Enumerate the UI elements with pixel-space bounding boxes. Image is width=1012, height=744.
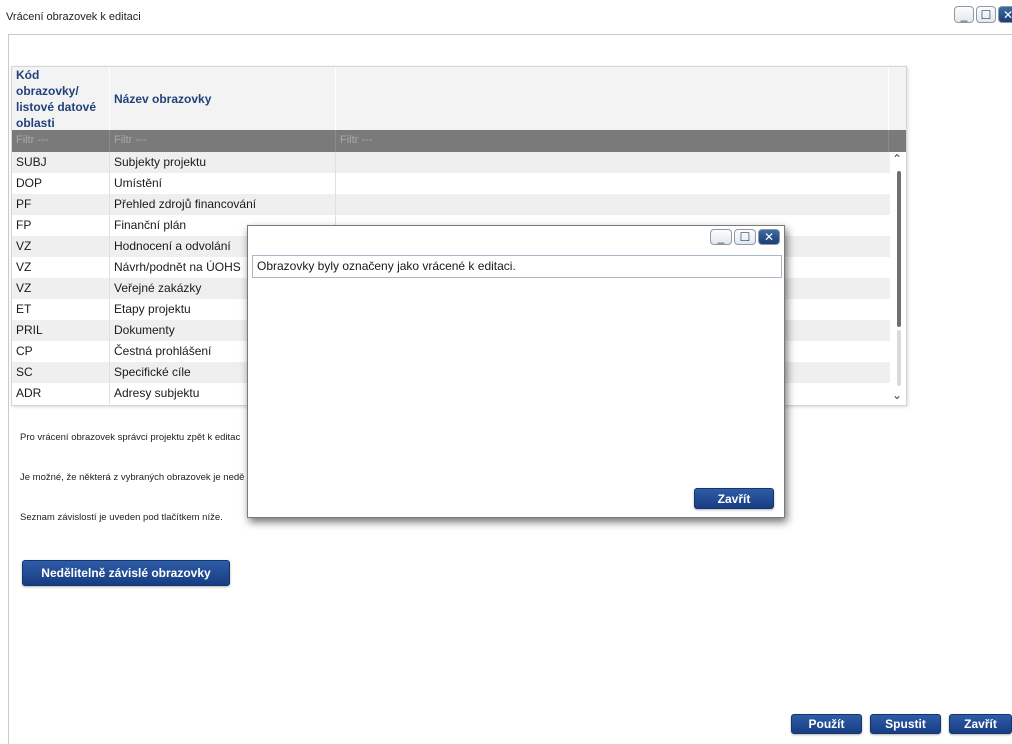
cell-code: VZ [12,278,110,299]
table-row[interactable]: PF Přehled zdrojů financování [12,194,906,215]
table-row[interactable]: SUBJ Subjekty projektu [12,152,906,173]
cell-name: Umístění [110,173,336,194]
cell-code: SUBJ [12,152,110,173]
column-header-name[interactable]: Název obrazovky [110,67,336,130]
info-text-dependency: Je možné, že některá z vybraných obrazov… [20,472,245,483]
cell-code: ADR [12,383,110,404]
window-controls: _ ☐ ✕ [954,6,1012,23]
table-row[interactable]: DOP Umístění [12,173,906,194]
chevron-up-icon[interactable]: ⌃ [892,152,902,166]
grid-header: Kód obrazovky/ listové datové oblasti Ná… [12,67,906,130]
grid-scrollbar[interactable]: ⌃ ⌄ [890,152,906,405]
info-text-list: Seznam závislostí je uveden pod tlačítke… [20,512,223,523]
maximize-icon[interactable]: ☐ [976,6,996,23]
cell-code: VZ [12,257,110,278]
dialog-maximize-icon[interactable]: ☐ [734,229,756,245]
column-header-code[interactable]: Kód obrazovky/ listové datové oblasti [12,67,110,130]
dialog-controls: _ ☐ ✕ [710,229,780,245]
dependent-screens-button[interactable]: Nedělitelně závislé obrazovky [22,560,230,586]
cell-code: FP [12,215,110,236]
filter-input-extra[interactable]: Filtr --- [336,130,889,152]
cell-name: Subjekty projektu [110,152,336,173]
dialog-close-button[interactable]: Zavřít [694,488,774,509]
cell-code: PRIL [12,320,110,341]
filter-input-code[interactable]: Filtr --- [12,130,110,152]
cell-code: DOP [12,173,110,194]
scrollbar-track[interactable] [897,330,901,386]
column-header-empty [336,67,889,130]
window-title: Vrácení obrazovek k editaci [6,11,141,23]
close-icon[interactable]: ✕ [998,6,1012,23]
filter-input-name[interactable]: Filtr --- [110,130,336,152]
chevron-down-icon[interactable]: ⌄ [892,388,902,402]
close-button[interactable]: Zavřít [949,714,1012,734]
apply-button[interactable]: Použít [791,714,862,734]
dialog-close-icon[interactable]: ✕ [758,229,780,245]
info-text-return: Pro vrácení obrazovek správci projektu z… [20,432,241,443]
cell-name: Přehled zdrojů financování [110,194,336,215]
cell-code: CP [12,341,110,362]
scrollbar-thumb[interactable] [897,171,901,327]
cell-empty [336,194,889,215]
cell-code: SC [12,362,110,383]
cell-code: VZ [12,236,110,257]
run-button[interactable]: Spustit [870,714,941,734]
dialog-message: Obrazovky byly označeny jako vrácené k e… [252,255,782,278]
minimize-icon[interactable]: _ [954,6,974,23]
confirmation-dialog: _ ☐ ✕ Obrazovky byly označeny jako vráce… [247,225,785,518]
cell-code: PF [12,194,110,215]
cell-empty [336,173,889,194]
filter-row: Filtr --- Filtr --- Filtr --- [12,130,906,152]
cell-code: ET [12,299,110,320]
dialog-minimize-icon[interactable]: _ [710,229,732,245]
cell-empty [336,152,889,173]
